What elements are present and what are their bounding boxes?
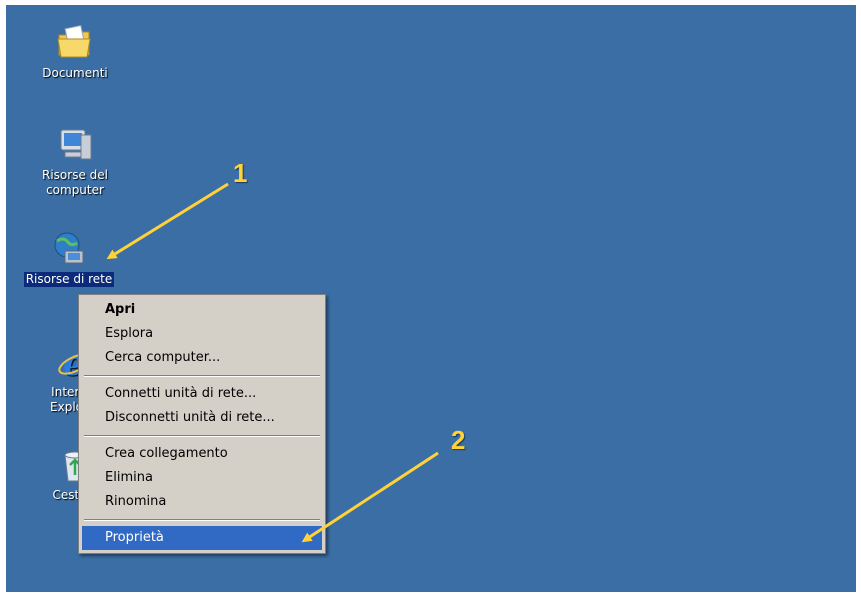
menu-separator <box>84 375 320 377</box>
menu-separator <box>84 519 320 521</box>
step2-number: 2 <box>451 425 466 455</box>
menu-item-crea-collegamento[interactable]: Crea collegamento <box>82 442 322 466</box>
context-menu: Apri Esplora Cerca computer... Connetti uni… <box>78 294 326 554</box>
desktop-icon-risorse-di-rete[interactable]: Risorse di rete <box>15 229 123 287</box>
menu-separator <box>84 435 320 437</box>
network-places-icon <box>49 229 89 269</box>
my-computer-icon <box>55 125 95 165</box>
menu-item-apri[interactable]: Apri <box>82 298 322 322</box>
menu-item-propriet[interactable]: Proprietà <box>82 526 322 550</box>
menu-item-connetti-unit-di-rete[interactable]: Connetti unità di rete... <box>82 382 322 406</box>
menu-item-esplora[interactable]: Esplora <box>82 322 322 346</box>
menu-item-cerca-computer[interactable]: Cerca computer... <box>82 346 322 370</box>
menu-item-elimina[interactable]: Elimina <box>82 466 322 490</box>
desktop-icon-label: Risorse del computer <box>42 168 108 197</box>
my-documents-folder-icon <box>55 23 95 63</box>
desktop-icon-risorse-del-computer[interactable]: Risorse del computer <box>27 125 123 198</box>
desktop-icon-label: Documenti <box>42 66 108 80</box>
desktop[interactable]: Documenti Risorse del computer Risorse d… <box>6 5 856 592</box>
step1-number: 1 <box>233 158 248 188</box>
desktop-icon-documenti[interactable]: Documenti <box>27 23 123 81</box>
menu-item-rinomina[interactable]: Rinomina <box>82 490 322 514</box>
menu-item-disconnetti-unit-di-rete[interactable]: Disconnetti unità di rete... <box>82 406 322 430</box>
desktop-icon-label: Risorse di rete <box>23 272 115 287</box>
